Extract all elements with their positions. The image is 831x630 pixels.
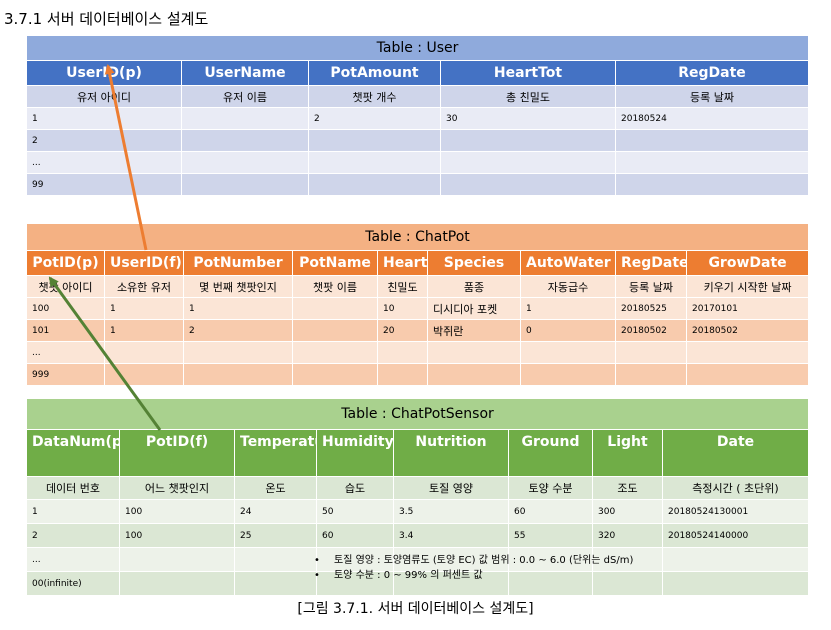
potid-foreign-key-arrow (48, 276, 162, 431)
userid-foreign-key-arrow (104, 64, 148, 251)
relationship-arrows (48, 64, 162, 431)
